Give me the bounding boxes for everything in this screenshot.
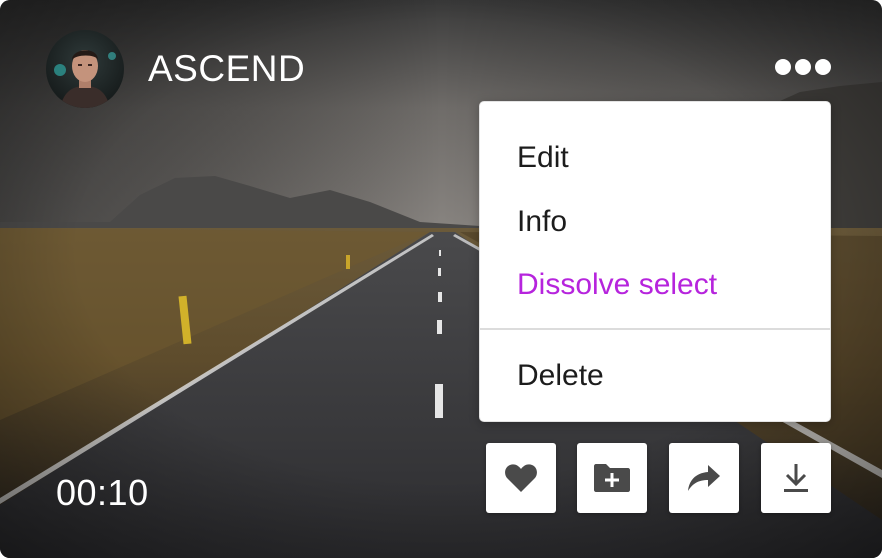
video-timestamp: 00:10 xyxy=(56,472,149,513)
more-options-button[interactable] xyxy=(770,52,836,82)
heart-icon xyxy=(505,464,537,492)
channel-name: ASCEND xyxy=(148,48,306,89)
more-dot-icon xyxy=(815,59,831,75)
more-dot-icon xyxy=(795,59,811,75)
menu-divider xyxy=(480,328,830,330)
menu-item-info[interactable]: Info xyxy=(517,202,567,242)
download-icon xyxy=(784,464,808,492)
menu-item-edit[interactable]: Edit xyxy=(517,138,569,178)
post-header: ASCEND xyxy=(46,30,305,108)
media-card[interactable]: ASCEND Edit Info Dissolve select Delete … xyxy=(0,0,882,558)
avatar[interactable] xyxy=(46,30,124,108)
menu-item-delete[interactable]: Delete xyxy=(517,356,604,396)
share-button[interactable] xyxy=(669,443,739,513)
download-button[interactable] xyxy=(761,443,831,513)
add-to-folder-button[interactable] xyxy=(577,443,647,513)
folder-plus-icon xyxy=(594,464,630,492)
share-arrow-icon xyxy=(688,465,720,491)
like-button[interactable] xyxy=(486,443,556,513)
menu-item-dissolve-select[interactable]: Dissolve select xyxy=(517,265,717,305)
more-dot-icon xyxy=(775,59,791,75)
context-menu: Edit Info Dissolve select Delete xyxy=(479,101,831,422)
